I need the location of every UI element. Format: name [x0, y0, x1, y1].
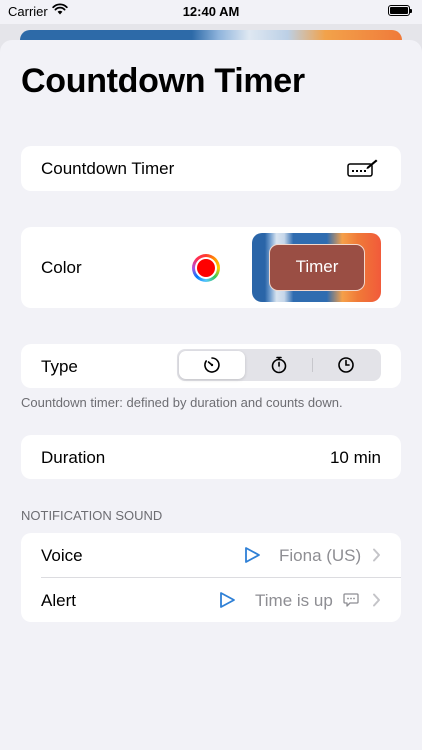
status-bar: Carrier 12:40 AM — [0, 0, 422, 24]
notification-sound-list: Voice Fiona (US) Alert Time is up — [21, 533, 401, 622]
battery-icon — [388, 5, 412, 16]
segment-clock[interactable] — [313, 351, 379, 379]
stopwatch-icon — [271, 356, 287, 374]
color-label: Color — [41, 258, 82, 277]
clock-icon — [338, 357, 354, 373]
duration-value: 10 min — [329, 448, 381, 467]
color-row: Color Timer — [21, 227, 401, 308]
keyboard-icon[interactable] — [347, 158, 379, 183]
color-picker-icon[interactable] — [192, 254, 220, 282]
play-alert-icon[interactable] — [218, 591, 236, 614]
type-segmented-control — [177, 349, 381, 381]
timer-name-value[interactable]: Countdown Timer — [41, 159, 174, 179]
voice-row[interactable]: Voice Fiona (US) — [21, 533, 401, 577]
segment-stopwatch[interactable] — [246, 351, 312, 379]
duration-row[interactable]: Duration 10 min — [21, 435, 401, 479]
type-label: Type — [41, 357, 78, 376]
alert-value: Time is up — [255, 591, 333, 610]
type-row: Type — [21, 344, 401, 388]
timer-preview: Timer — [252, 233, 381, 302]
play-voice-icon[interactable] — [243, 546, 261, 569]
segment-countdown[interactable] — [179, 351, 245, 379]
page-title: Countdown Timer — [21, 62, 305, 100]
countdown-timer-icon — [204, 357, 220, 373]
chevron-right-icon — [372, 593, 381, 612]
timer-name-field[interactable]: Countdown Timer — [21, 146, 401, 191]
alert-label: Alert — [41, 591, 76, 610]
voice-value: Fiona (US) — [279, 546, 362, 565]
type-footnote: Countdown timer: defined by duration and… — [21, 395, 343, 410]
voice-label: Voice — [41, 546, 83, 565]
speech-bubble-icon — [343, 593, 359, 612]
alert-row[interactable]: Alert Time is up — [21, 578, 401, 622]
timer-preview-button: Timer — [269, 244, 365, 291]
notification-sound-header: NOTIFICATION SOUND — [21, 508, 163, 523]
clock-time: 12:40 AM — [182, 4, 240, 19]
duration-label: Duration — [41, 448, 106, 467]
chevron-right-icon — [372, 548, 381, 567]
